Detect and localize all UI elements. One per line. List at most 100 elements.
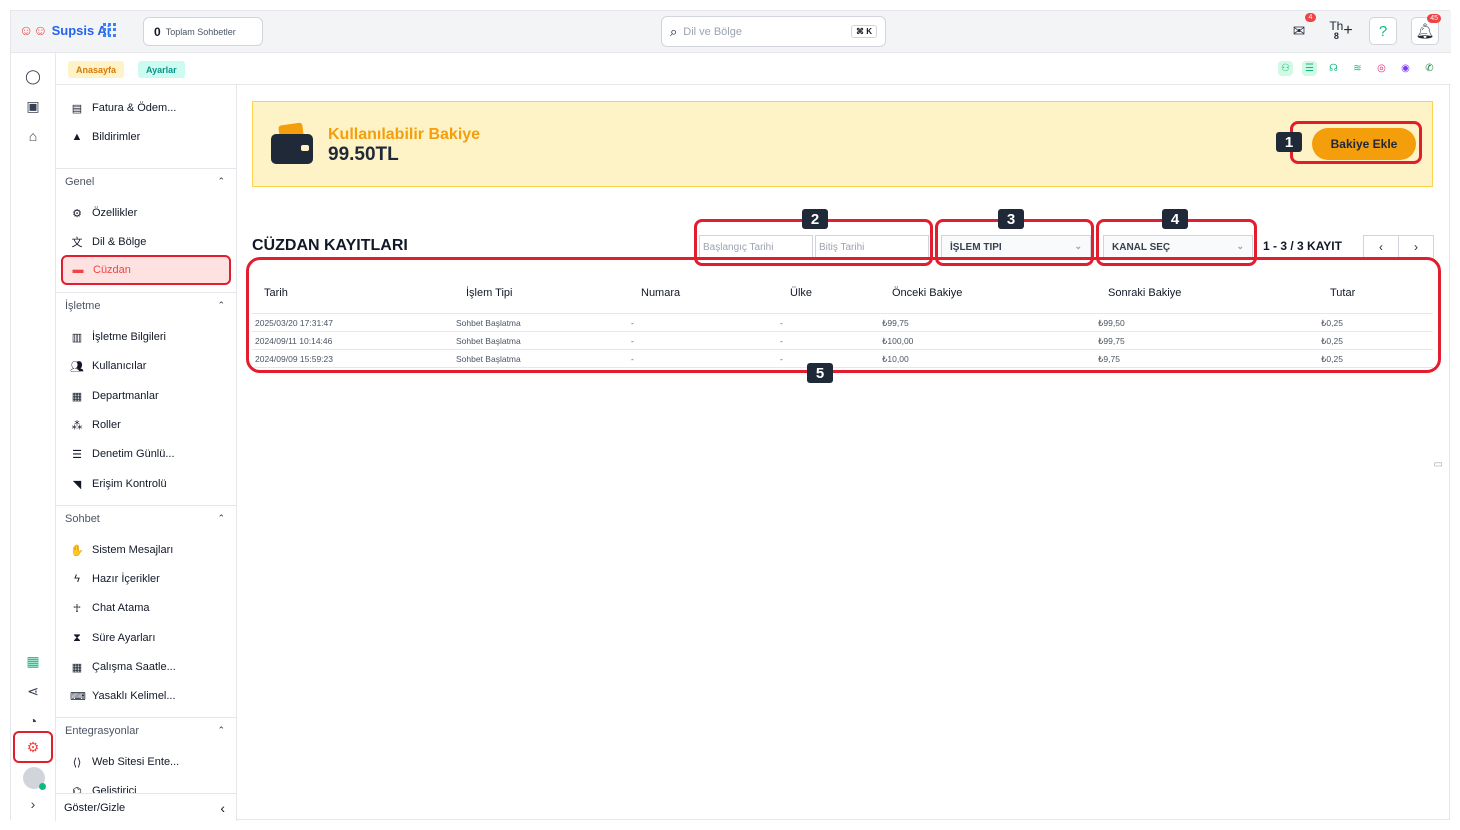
callout-number-3: 3 — [998, 209, 1024, 229]
notifications-button[interactable]: 🔔︎ 45 — [1411, 14, 1441, 45]
reports-icon[interactable]: ◔ — [22, 710, 44, 732]
callout-number-2: 2 — [802, 209, 828, 229]
sidebar-item-label: Cüzdan — [93, 264, 131, 276]
translate-icon: 文 — [71, 237, 83, 249]
sidebar-item-language-region[interactable]: 文 Dil & Bölge — [64, 229, 230, 255]
section-header-general[interactable]: Genel ⌃ — [56, 168, 236, 194]
sidebar-toggle[interactable]: Göster/Gizle ‹ — [56, 793, 236, 821]
sidebar-item-audit-log[interactable]: ☰ Denetim Günlü... — [64, 441, 230, 467]
sidebar-item-label: Erişim Kontrolü — [92, 478, 167, 490]
callout-number-4: 4 — [1162, 209, 1188, 229]
sidebar-item-working-hours[interactable]: ▦ Çalışma Saatle... — [64, 654, 230, 680]
contact-card-icon[interactable]: ▣ — [22, 95, 44, 117]
sidebar-item-label: Süre Ayarları — [92, 632, 156, 644]
sidebar-item-website-integration[interactable]: ⟨⟩ Web Sitesi Ente... — [64, 749, 230, 775]
sidebar-item-access-control[interactable]: ◥ Erişim Kontrolü — [64, 471, 230, 497]
list-channel-icon[interactable]: ☰ — [1302, 61, 1317, 76]
sidebar-item-label: Hazır İçerikler — [92, 573, 160, 585]
wifi-icon: ◥ — [72, 478, 82, 491]
mail-button[interactable]: ✉ 4 — [1285, 13, 1316, 45]
balance-card: Kullanılabilir Bakiye 99.50TL Bakiye Ekl… — [252, 101, 1433, 187]
sidebar-item-notifications[interactable]: ▲ Bildirimler — [64, 124, 230, 150]
building-icon: ▥ — [71, 331, 83, 344]
sidebar-item-label: Chat Atama — [92, 602, 150, 614]
record-range: 1 - 3 / 3 KAYIT — [1263, 239, 1342, 253]
breadcrumb-home[interactable]: Anasayfa — [68, 61, 125, 78]
sidebar-item-banned-words[interactable]: ⌨ Yasaklı Kelimel... — [64, 683, 230, 709]
avatar[interactable] — [23, 767, 46, 790]
sidebar-item-roles[interactable]: ⁂ Roller — [64, 412, 230, 438]
sidebar-item-wallet[interactable]: ▬ Cüzdan — [61, 255, 231, 285]
online-status-dot — [39, 783, 46, 790]
section-title: İşletme — [65, 299, 101, 312]
wallet-records-title: CÜZDAN KAYITLARI — [252, 237, 408, 254]
chevron-up-icon: ⌃ — [217, 725, 225, 735]
sidebar-item-label: Özellikler — [92, 207, 138, 219]
sidebar-item-departments[interactable]: ▦ Departmanlar — [64, 383, 230, 409]
callout-box-5 — [246, 257, 1441, 373]
sidebar-item-time-settings[interactable]: ⧗ Süre Ayarları — [64, 625, 230, 651]
sidebar-item-label: Web Sitesi Ente... — [92, 756, 180, 768]
department-icon: ▦ — [71, 390, 83, 403]
bolt-icon: ϟ — [74, 573, 80, 585]
prev-page-button[interactable]: ‹ — [1363, 235, 1399, 259]
settings-gear-icon[interactable]: ⚙ — [13, 731, 53, 763]
chevron-up-icon: ⌃ — [217, 176, 225, 186]
th-label: Th — [1329, 19, 1344, 33]
sidebar-item-label: Departmanlar — [92, 390, 159, 402]
voice-icon[interactable]: ☊ — [1326, 61, 1341, 76]
main-content: Kullanılabilir Bakiye 99.50TL Bakiye Ekl… — [237, 85, 1451, 821]
notifications-badge: 45 — [1427, 14, 1441, 23]
invoice-icon: ▤ — [71, 102, 83, 115]
callout-box-1 — [1290, 121, 1422, 164]
instagram-icon[interactable]: ◎ — [1374, 61, 1389, 76]
roles-icon: ⁂ — [71, 419, 83, 432]
mail-badge: 4 — [1305, 13, 1316, 22]
chat-bubble-icon[interactable]: ◯ — [22, 65, 44, 87]
sidebar-item-chat-assignment[interactable]: ☥ Chat Atama — [64, 595, 230, 621]
sidebar-item-features[interactable]: ⚙ Özellikler — [64, 200, 230, 226]
sidebar-item-canned-content[interactable]: ϟ Hazır İçerikler — [64, 566, 230, 592]
channel-icons: ⚇ ☰ ☊ ≋ ◎ ◉ ✆ — [1278, 61, 1437, 76]
app-name: Supsis Ai — [51, 22, 111, 38]
logo-mark-icon: ☺☺ — [19, 22, 48, 38]
sidebar-item-users[interactable]: 👥︎ Kullanıcılar — [64, 353, 230, 379]
th-add-button[interactable]: Th 8 + — [1327, 17, 1355, 45]
messenger-icon[interactable]: ◉ — [1398, 61, 1413, 76]
apps-grid-icon[interactable] — [103, 23, 117, 37]
total-chats-counter: 0 Toplam Sohbetler — [143, 17, 263, 46]
calendar-icon[interactable]: ▭ — [1434, 459, 1443, 470]
mail-icon: ✉ — [1292, 23, 1306, 40]
sidebar-item-label: Yasaklı Kelimel... — [92, 690, 176, 702]
breadcrumb-settings[interactable]: Ayarlar — [138, 61, 185, 78]
wifi-channel-icon[interactable]: ≋ — [1350, 61, 1365, 76]
search-box[interactable]: ⌕ Dil ve Bölge ⌘ K — [661, 16, 886, 47]
section-header-business[interactable]: İşletme ⌃ — [56, 292, 236, 318]
expand-chevron-icon[interactable]: › — [22, 793, 44, 815]
bot-icon[interactable]: ⚇ — [1278, 61, 1293, 76]
plus-icon: + — [1343, 22, 1353, 39]
logo[interactable]: ☺☺ Supsis Ai — [19, 22, 110, 38]
sidebar-item-billing[interactable]: ▤ Fatura & Ödem... — [64, 95, 230, 121]
wallet-icon: ▬ — [72, 264, 84, 276]
dashboard-icon[interactable]: ▦ — [22, 650, 44, 672]
section-title: Entegrasyonlar — [65, 724, 139, 737]
left-rail: ◯ ▣ ⌂ ▦ ⋖ ◔ ⚙ › — [11, 53, 56, 821]
question-icon: ? — [1378, 22, 1388, 40]
help-button[interactable]: ? — [1369, 17, 1397, 45]
section-header-chat[interactable]: Sohbet ⌃ — [56, 505, 236, 531]
inbox-icon[interactable]: ⌂ — [22, 125, 44, 147]
section-header-integrations[interactable]: Entegrasyonlar ⌃ — [56, 717, 236, 743]
bell-icon: 🔔︎ — [1415, 23, 1435, 40]
share-icon[interactable]: ⋖ — [22, 680, 44, 702]
wallet-icon — [271, 122, 313, 164]
next-page-button[interactable]: › — [1398, 235, 1434, 259]
settings-sidebar: ▤ Fatura & Ödem... ▲ Bildirimler Genel ⌃… — [56, 85, 237, 821]
whatsapp-icon[interactable]: ✆ — [1422, 61, 1437, 76]
sidebar-item-business-info[interactable]: ▥ İşletme Bilgileri — [64, 324, 230, 350]
sidebar-item-system-messages[interactable]: ✋ Sistem Mesajları — [64, 537, 230, 563]
keyboard-icon: ⌨ — [70, 690, 86, 703]
sidebar-item-label: Sistem Mesajları — [92, 544, 174, 556]
users-icon: 👥︎ — [70, 360, 84, 373]
list-icon: ☰ — [72, 448, 82, 461]
